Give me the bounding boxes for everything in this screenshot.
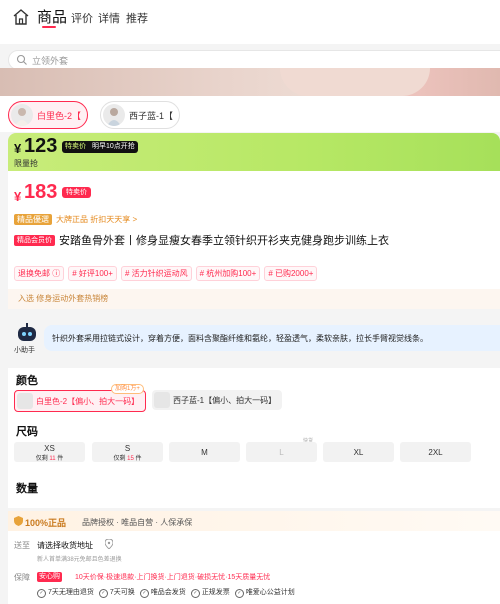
color-option-blue[interactable]: 西子蓝-1【偏小、拍大一码】: [152, 390, 283, 410]
size-option-xl[interactable]: XL: [323, 442, 394, 462]
color-heading: 颜色: [16, 375, 38, 387]
color-option-label: 白里色-2【偏小、拍大一码】: [36, 396, 140, 406]
ship-label: 送至: [14, 541, 30, 550]
size-option-m[interactable]: M: [169, 442, 240, 462]
authentic-banner[interactable]: 100%正品 品牌授权 · 唯品自营 · 人保承保: [8, 511, 500, 531]
chip-good-reviews[interactable]: # 好评100+: [68, 266, 117, 281]
ranking-banner[interactable]: 入选 修身运动外套热销榜: [8, 289, 500, 309]
variant-label: 西子蓝-1【: [129, 110, 174, 121]
chip-purchased[interactable]: # 已购2000+: [264, 266, 318, 281]
flash-price-badge: 特卖价 明早10点开抢: [62, 141, 138, 153]
size-stock: 仅剩 15 件: [113, 456, 142, 462]
size-name: 2XL: [428, 448, 443, 457]
flash-price-band: ¥ 123 特卖价 明早10点开抢 限量抢: [8, 133, 500, 171]
service-list: 7天无理由退货 7天可换 唯品会发货 正规发票 唯爱心公益计划: [37, 587, 295, 598]
size-name: XS: [44, 444, 55, 453]
service-item: 7天无理由退货: [37, 587, 94, 598]
location-pin-icon: [105, 539, 113, 549]
authentic-label: 100%正品: [25, 518, 67, 528]
variant-thumb-blue[interactable]: 西子蓝-1【: [100, 101, 181, 129]
size-name: S: [124, 444, 131, 453]
guarantee-detail[interactable]: 10天价保·极速退款·上门换货·上门退货·破损无忧·15天质量无忧: [75, 572, 270, 582]
guarantee-tag: 精品優選: [14, 214, 52, 225]
variant-thumbnails: 白里色-2【 西子蓝-1【: [0, 96, 500, 132]
guarantee-label: 保障: [14, 573, 30, 582]
variant-thumb-white[interactable]: 白里色-2【: [8, 101, 89, 129]
search-bar[interactable]: 立领外套: [8, 50, 500, 70]
guarantee-text: 大牌正品 折扣天天享 >: [56, 215, 138, 224]
current-price: 183: [24, 181, 58, 203]
color-swatch: [154, 392, 170, 408]
assistant-label: 小助手: [14, 347, 35, 354]
authentic-desc: 品牌授权 · 唯品自营 · 人保承保: [82, 518, 193, 527]
size-name: L: [279, 448, 284, 457]
product-title-row: 精品会员价 安踏鱼骨外套丨修身显瘦女春季立领针织开衫夹克健身跑步训练上衣: [14, 232, 494, 248]
chip-free-return[interactable]: 退换免邮 ⓘ: [14, 266, 65, 281]
assistant-text: 针织外套采用拉链式设计，穿着方便，面料含聚酯纤维和氨纶，轻盈透气，柔软亲肤，拉长…: [52, 334, 428, 343]
color-swatch: [17, 393, 33, 409]
feature-chips: 退换免邮 ⓘ # 好评100+ # 活力针织运动风 # 杭州加购100+ # 已…: [14, 266, 318, 281]
top-nav: 商品 评价 详情 推荐: [0, 0, 500, 44]
shield-icon: [14, 516, 23, 526]
search-input[interactable]: 立领外套: [32, 54, 68, 67]
assistant-section: 小助手 针织外套采用拉链式设计，穿着方便，面料含聚酯纤维和氨纶，轻盈透气，柔软亲…: [8, 319, 500, 359]
service-item: 正规发票: [191, 587, 230, 598]
ranking-text: 入选 修身运动外套热销榜: [18, 294, 109, 303]
quantity-heading: 数量: [16, 483, 38, 495]
size-heading: 尺码: [16, 426, 38, 438]
size-name: M: [201, 448, 208, 457]
service-item: 7天可换: [99, 587, 135, 598]
service-item: 唯品会发货: [140, 587, 186, 598]
tab-details[interactable]: 详情: [98, 10, 120, 26]
variant-avatar: [103, 104, 125, 126]
currency-symbol: ¥: [14, 189, 22, 204]
service-section: 100%正品 品牌授权 · 唯品自营 · 人保承保 送至 请选择收货地址 新人首…: [8, 511, 500, 604]
safe-buy-tag: 安心购: [37, 572, 62, 582]
tab-recommend[interactable]: 推荐: [126, 10, 148, 26]
size-stock: 仅剩 11 件: [35, 456, 64, 462]
tab-reviews[interactable]: 评价: [71, 10, 93, 26]
chip-style[interactable]: # 活力针织运动风: [120, 266, 192, 281]
color-option-label: 西子蓝-1【偏小、拍大一码】: [173, 395, 277, 405]
assistant-bubble: 针织外套采用拉链式设计，穿着方便，面料含聚酯纤维和氨纶，轻盈透气，柔软亲肤，拉长…: [44, 325, 500, 351]
member-price-tag: 精品会员价: [14, 234, 55, 246]
currency-symbol: ¥: [14, 141, 22, 156]
flash-price: 123: [24, 135, 58, 157]
brand-guarantee-row[interactable]: 精品優選 大牌正品 折扣天天享 >: [14, 214, 137, 225]
badge-time: 明早10点开抢: [92, 143, 135, 150]
robot-icon: [18, 323, 36, 341]
ship-note: 新人首单满38元免邮且色差退换: [37, 557, 122, 563]
tab-active-indicator: [42, 26, 56, 28]
badge-label: 特卖价: [65, 143, 86, 150]
price-badge: 特卖价: [62, 187, 91, 198]
spec-selector: 颜色 白里色-2【偏小、拍大一码】 加购1万+ 西子蓝-1【偏小、拍大一码】 尺…: [8, 368, 500, 508]
variant-label: 白里色-2【: [37, 110, 82, 121]
cart-count-bubble: 加购1万+: [111, 384, 144, 394]
chip-local-cart[interactable]: # 杭州加购100+: [195, 266, 261, 281]
tab-product[interactable]: 商品: [37, 6, 67, 27]
ship-address[interactable]: 请选择收货地址: [37, 540, 93, 551]
variant-avatar: [11, 104, 33, 126]
product-image[interactable]: [0, 68, 500, 96]
size-option-2xl[interactable]: 2XL: [400, 442, 471, 462]
size-option-s[interactable]: S 仅剩 15 件: [92, 442, 163, 462]
size-name: XL: [353, 448, 364, 457]
size-option-l[interactable]: L: [246, 442, 317, 462]
home-icon[interactable]: [12, 8, 30, 26]
service-item: 唯爱心公益计划: [235, 587, 295, 598]
product-image-shape: [280, 68, 430, 96]
product-title: 安踏鱼骨外套丨修身显瘦女春季立领针织开衫夹克健身跑步训练上衣: [59, 235, 389, 247]
flash-price-sub: 限量抢: [14, 159, 38, 168]
size-option-xs[interactable]: XS 仅剩 11 件: [14, 442, 85, 462]
search-icon: [16, 54, 27, 65]
